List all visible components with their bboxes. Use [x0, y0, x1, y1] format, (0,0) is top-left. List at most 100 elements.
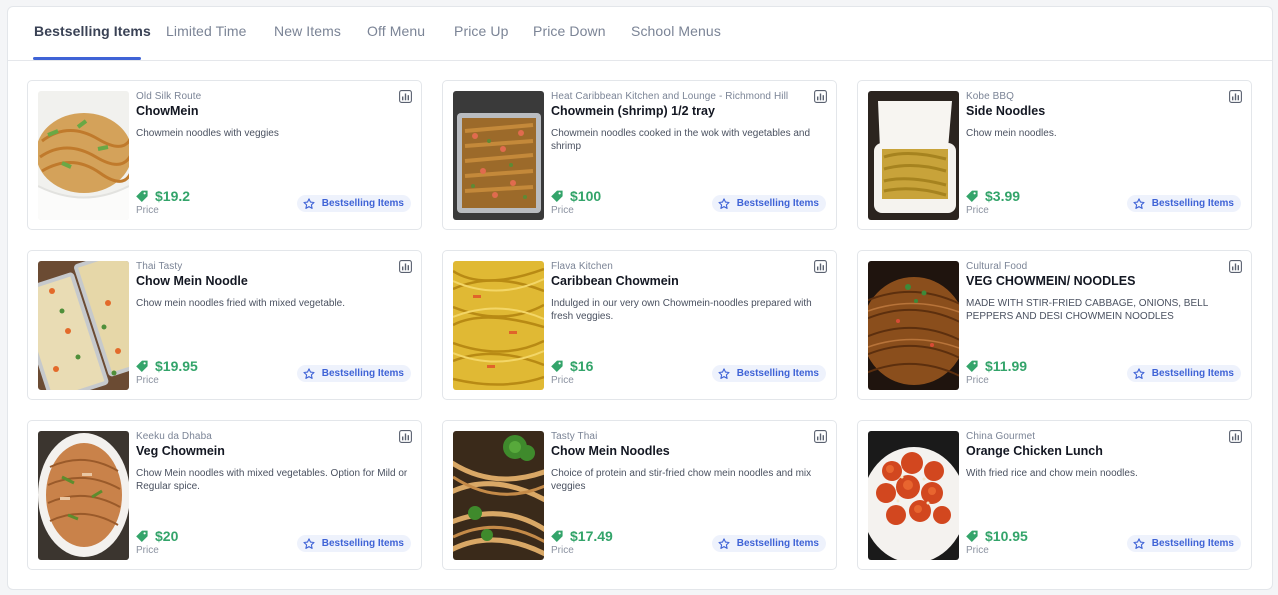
food-image — [453, 431, 544, 560]
star-icon — [718, 197, 730, 209]
item-description: With fried rice and chow mein noodles. — [966, 468, 1138, 479]
price-tag-icon — [136, 360, 148, 372]
price-label: Price — [966, 545, 989, 556]
bestselling-badge[interactable]: Bestselling Items — [296, 535, 411, 552]
food-image — [38, 431, 129, 560]
bestselling-badge[interactable]: Bestselling Items — [711, 365, 826, 382]
bestselling-badge[interactable]: Bestselling Items — [296, 195, 411, 212]
star-icon — [303, 537, 315, 549]
price-label: Price — [136, 545, 159, 556]
price-label: Price — [136, 375, 159, 386]
item-price: $19.2 — [155, 188, 191, 204]
star-icon — [1133, 537, 1145, 549]
price-row: $100 — [551, 187, 601, 205]
category-tabs: Bestselling Items Limited Time New Items… — [8, 7, 1272, 61]
tab-price-down[interactable]: Price Down — [533, 23, 606, 39]
item-price: $100 — [570, 188, 602, 204]
vendor-name: Tasty Thai — [551, 431, 598, 442]
item-description: Chowmein noodles with veggies — [136, 128, 279, 139]
item-title: VEG CHOWMEIN/ NOODLES — [966, 274, 1136, 288]
food-image — [453, 91, 544, 220]
price-tag-icon — [966, 360, 978, 372]
bar-chart-icon[interactable] — [1229, 90, 1242, 103]
price-row: $19.2 — [136, 187, 190, 205]
food-image — [453, 261, 544, 390]
item-card[interactable]: Tasty Thai Chow Mein Noodles Choice of p… — [442, 420, 837, 570]
item-card[interactable]: Old Silk Route ChowMein Chowmein noodles… — [27, 80, 422, 230]
star-icon — [718, 367, 730, 379]
tab-limited-time[interactable]: Limited Time — [166, 23, 247, 39]
badge-label: Bestselling Items — [1151, 538, 1234, 549]
bar-chart-icon[interactable] — [399, 430, 412, 443]
bar-chart-icon[interactable] — [399, 260, 412, 273]
item-price: $20 — [155, 528, 179, 544]
item-title: Chow Mein Noodle — [136, 274, 248, 288]
badge-label: Bestselling Items — [736, 198, 819, 209]
price-row: $3.99 — [966, 187, 1020, 205]
badge-label: Bestselling Items — [736, 368, 819, 379]
item-card[interactable]: Kobe BBQ Side Noodles Chow mein noodles.… — [857, 80, 1252, 230]
price-row: $19.95 — [136, 357, 198, 375]
vendor-name: Kobe BBQ — [966, 91, 1015, 102]
vendor-name: Thai Tasty — [136, 261, 183, 272]
badge-label: Bestselling Items — [321, 538, 404, 549]
item-description: MADE WITH STIR-FRIED CABBAGE, ONIONS, BE… — [966, 298, 1208, 322]
item-card[interactable]: Flava Kitchen Caribbean Chowmein Indulge… — [442, 250, 837, 400]
price-tag-icon — [551, 530, 563, 542]
food-image — [868, 91, 959, 220]
badge-label: Bestselling Items — [1151, 198, 1234, 209]
vendor-name: Flava Kitchen — [551, 261, 613, 272]
item-card[interactable]: Cultural Food VEG CHOWMEIN/ NOODLES MADE… — [857, 250, 1252, 400]
bar-chart-icon[interactable] — [1229, 260, 1242, 273]
vendor-name: Keeku da Dhaba — [136, 431, 212, 442]
item-description: Chow mein noodles fried with mixed veget… — [136, 298, 345, 309]
price-row: $10.95 — [966, 527, 1028, 545]
tab-bestselling-items[interactable]: Bestselling Items — [34, 23, 151, 39]
item-description: Chowmein noodles cooked in the wok with … — [551, 128, 811, 152]
bar-chart-icon[interactable] — [1229, 430, 1242, 443]
item-card[interactable]: Heat Caribbean Kitchen and Lounge - Rich… — [442, 80, 837, 230]
price-label: Price — [966, 375, 989, 386]
item-title: Chow Mein Noodles — [551, 444, 670, 458]
tab-off-menu[interactable]: Off Menu — [367, 23, 425, 39]
food-image — [38, 91, 129, 220]
food-image — [868, 261, 959, 390]
badge-label: Bestselling Items — [321, 368, 404, 379]
item-card[interactable]: Keeku da Dhaba Veg Chowmein Chow Mein no… — [27, 420, 422, 570]
tab-school-menus[interactable]: School Menus — [631, 23, 721, 39]
star-icon — [718, 537, 730, 549]
item-title: Veg Chowmein — [136, 444, 225, 458]
price-label: Price — [966, 205, 989, 216]
tab-new-items[interactable]: New Items — [274, 23, 341, 39]
item-description: Indulged in our very own Chowmein-noodle… — [551, 298, 812, 322]
price-row: $17.49 — [551, 527, 613, 545]
item-card[interactable]: China Gourmet Orange Chicken Lunch With … — [857, 420, 1252, 570]
bestselling-badge[interactable]: Bestselling Items — [1126, 195, 1241, 212]
bar-chart-icon[interactable] — [814, 430, 827, 443]
bestselling-badge[interactable]: Bestselling Items — [1126, 535, 1241, 552]
price-row: $20 — [136, 527, 178, 545]
tab-price-up[interactable]: Price Up — [454, 23, 508, 39]
price-label: Price — [551, 375, 574, 386]
price-tag-icon — [551, 190, 563, 202]
badge-label: Bestselling Items — [321, 198, 404, 209]
bestselling-badge[interactable]: Bestselling Items — [711, 535, 826, 552]
bar-chart-icon[interactable] — [399, 90, 412, 103]
bestselling-badge[interactable]: Bestselling Items — [296, 365, 411, 382]
badge-label: Bestselling Items — [736, 538, 819, 549]
item-price: $16 — [570, 358, 594, 374]
item-price: $3.99 — [985, 188, 1021, 204]
bar-chart-icon[interactable] — [814, 260, 827, 273]
bar-chart-icon[interactable] — [814, 90, 827, 103]
vendor-name: China Gourmet — [966, 431, 1036, 442]
item-card[interactable]: Thai Tasty Chow Mein Noodle Chow mein no… — [27, 250, 422, 400]
bestselling-badge[interactable]: Bestselling Items — [1126, 365, 1241, 382]
item-title: ChowMein — [136, 104, 199, 118]
item-price: $17.49 — [570, 528, 613, 544]
bestselling-badge[interactable]: Bestselling Items — [711, 195, 826, 212]
price-tag-icon — [136, 190, 148, 202]
price-row: $16 — [551, 357, 593, 375]
star-icon — [303, 367, 315, 379]
star-icon — [303, 197, 315, 209]
item-description: Chow mein noodles. — [966, 128, 1057, 139]
